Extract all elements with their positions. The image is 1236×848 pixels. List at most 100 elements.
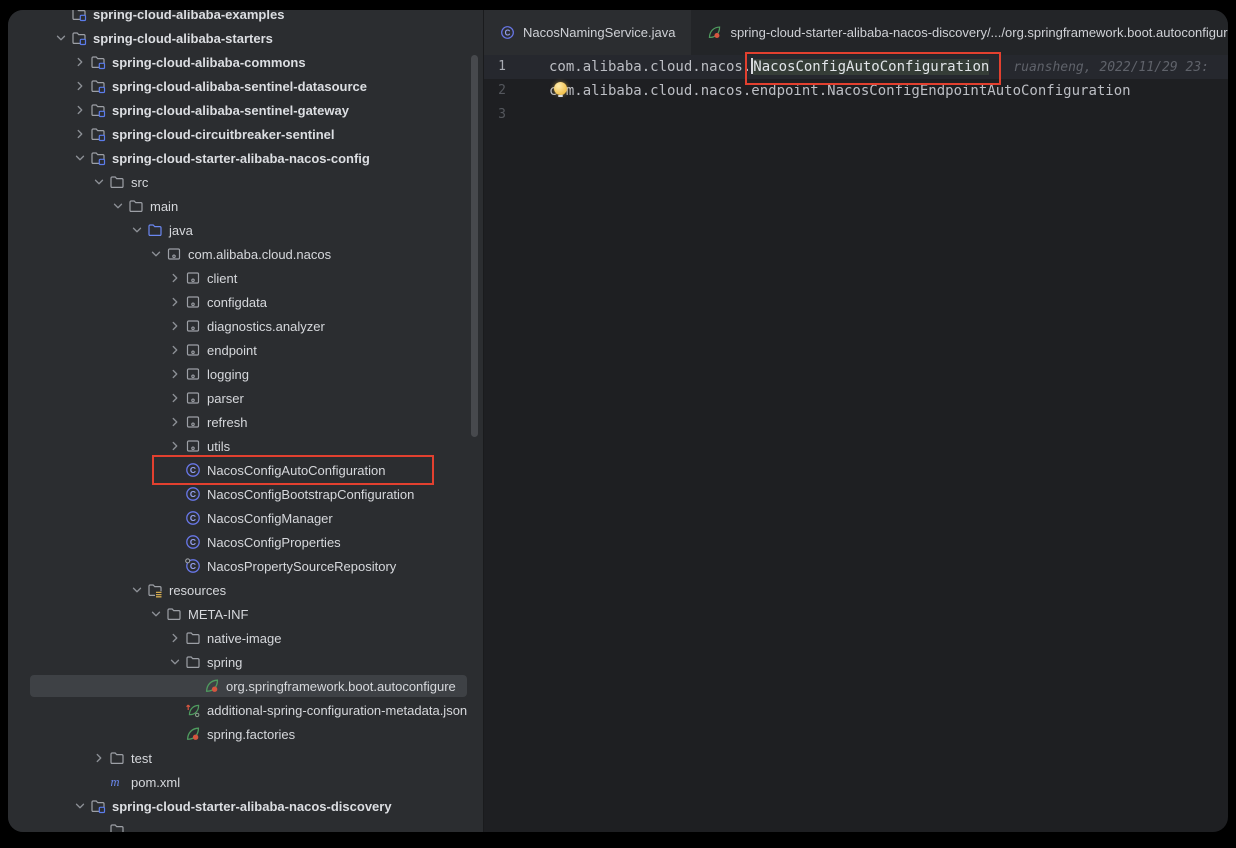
tree-row-org-springframework-boot-autoconfigure[interactable]: org.springframework.boot.autoconfigure (8, 674, 483, 698)
tree-row-pom-xml[interactable]: mpom.xml (8, 770, 483, 794)
folder-resources-icon (146, 582, 164, 598)
svg-text:m: m (111, 775, 120, 789)
tree-row-nacospropertysourcerepository[interactable]: CNacosPropertySourceRepository (8, 554, 483, 578)
tree-row-main[interactable]: main (8, 194, 483, 218)
tree-row-spring-cloud-alibaba-starters[interactable]: spring-cloud-alibaba-starters (8, 26, 483, 50)
tab-label: spring-cloud-starter-alibaba-nacos-disco… (730, 25, 1228, 40)
code-editor[interactable]: 1com.alibaba.cloud.nacos.NacosConfigAuto… (484, 55, 1228, 832)
tree-item-label: org.springframework.boot.autoconfigure (226, 679, 456, 694)
chevron-right-icon[interactable] (71, 102, 89, 118)
chevron-down-icon[interactable] (52, 30, 70, 46)
chevron-spacer (166, 486, 184, 502)
chevron-right-icon[interactable] (71, 126, 89, 142)
module-folder-icon (70, 30, 88, 46)
tree-row-spring[interactable]: spring (8, 650, 483, 674)
tree-item-label: resources (169, 583, 226, 598)
git-blame-annotation: ruansheng, 2022/11/29 23: (1013, 60, 1209, 75)
editor-tab-bar: C NacosNamingService.java spring-cloud-sta… (484, 10, 1228, 56)
code-line-2[interactable]: 2com.alibaba.cloud.nacos.endpoint.NacosC… (484, 79, 1228, 103)
tree-row-spring-cloud-circuitbreaker-sentinel[interactable]: spring-cloud-circuitbreaker-sentinel (8, 122, 483, 146)
tree-scrollbar[interactable] (471, 55, 478, 437)
tree-row-spring-cloud-alibaba-sentinel-gateway[interactable]: spring-cloud-alibaba-sentinel-gateway (8, 98, 483, 122)
tree-row-src[interactable]: src (8, 170, 483, 194)
tree-row-configdata[interactable]: configdata (8, 290, 483, 314)
chevron-right-icon[interactable] (166, 318, 184, 334)
chevron-down-icon[interactable] (90, 174, 108, 190)
module-folder-icon (89, 102, 107, 118)
chevron-down-icon[interactable] (147, 246, 165, 262)
package-icon (184, 270, 202, 286)
package-icon (165, 246, 183, 262)
spring-leaf-icon (203, 678, 221, 694)
tab-label: NacosNamingService.java (523, 25, 675, 40)
folder-icon (127, 198, 145, 214)
tree-row-native-image[interactable]: native-image (8, 626, 483, 650)
module-folder-icon (89, 126, 107, 142)
tree-row-resources[interactable]: resources (8, 578, 483, 602)
chevron-down-icon[interactable] (109, 198, 127, 214)
folder-icon (108, 750, 126, 766)
chevron-spacer (52, 10, 70, 22)
tree-item-label: main (150, 199, 178, 214)
tree-row-com-alibaba-cloud-nacos[interactable]: com.alibaba.cloud.nacos (8, 242, 483, 266)
tree-item-label: spring-cloud-alibaba-examples (93, 10, 284, 22)
tree-item-label: refresh (207, 415, 247, 430)
tree-row-spring-factories[interactable]: spring.factories (8, 722, 483, 746)
chevron-down-icon[interactable] (128, 222, 146, 238)
folder-icon (184, 630, 202, 646)
package-icon (184, 294, 202, 310)
chevron-down-icon[interactable] (128, 582, 146, 598)
chevron-right-icon[interactable] (90, 750, 108, 766)
tree-row-test[interactable]: test (8, 746, 483, 770)
editor-tab[interactable]: C NacosNamingService.java (484, 10, 691, 55)
java-class-icon: C (500, 25, 515, 40)
chevron-down-icon[interactable] (71, 798, 89, 814)
tree-row-spring-cloud-starter-alibaba-nacos-disco[interactable]: spring-cloud-starter-alibaba-nacos-disco… (8, 794, 483, 818)
package-icon (184, 366, 202, 382)
code-line-1[interactable]: 1com.alibaba.cloud.nacos.NacosConfigAuto… (484, 55, 1228, 79)
package-icon (184, 390, 202, 406)
chevron-right-icon[interactable] (166, 342, 184, 358)
tree-row-refresh[interactable]: refresh (8, 410, 483, 434)
tree-row-spring-cloud-alibaba-commons[interactable]: spring-cloud-alibaba-commons (8, 50, 483, 74)
tree-row-parser[interactable]: parser (8, 386, 483, 410)
tree-row-endpoint[interactable]: endpoint (8, 338, 483, 362)
tree-row-utils[interactable]: utils (8, 434, 483, 458)
tree-row[interactable] (8, 818, 483, 832)
tree-row-client[interactable]: client (8, 266, 483, 290)
tree-row-diagnostics-analyzer[interactable]: diagnostics.analyzer (8, 314, 483, 338)
chevron-right-icon[interactable] (166, 294, 184, 310)
tree-row-java[interactable]: java (8, 218, 483, 242)
chevron-right-icon[interactable] (71, 54, 89, 70)
tree-row-additional-spring-configuration-metadata[interactable]: additional-spring-configuration-metadata… (8, 698, 483, 722)
chevron-right-icon[interactable] (166, 414, 184, 430)
tree-row-spring-cloud-starter-alibaba-nacos-confi[interactable]: spring-cloud-starter-alibaba-nacos-confi… (8, 146, 483, 170)
tree-row-nacosconfigautoconfiguration[interactable]: CNacosConfigAutoConfiguration (8, 458, 483, 482)
tree-row-nacosconfigproperties[interactable]: CNacosConfigProperties (8, 530, 483, 554)
chevron-right-icon[interactable] (166, 438, 184, 454)
chevron-down-icon[interactable] (71, 150, 89, 166)
tree-row-spring-cloud-alibaba-examples[interactable]: spring-cloud-alibaba-examples (8, 10, 483, 26)
chevron-spacer (166, 510, 184, 526)
tree-item-label: test (131, 751, 152, 766)
tree-row-nacosconfigbootstrapconfiguration[interactable]: CNacosConfigBootstrapConfiguration (8, 482, 483, 506)
chevron-right-icon[interactable] (166, 630, 184, 646)
tree-row-meta-inf[interactable]: META-INF (8, 602, 483, 626)
tree-row-spring-cloud-alibaba-sentinel-datasource[interactable]: spring-cloud-alibaba-sentinel-datasource (8, 74, 483, 98)
tree-row-nacosconfigmanager[interactable]: CNacosConfigManager (8, 506, 483, 530)
chevron-right-icon[interactable] (166, 366, 184, 382)
chevron-down-icon[interactable] (166, 654, 184, 670)
chevron-down-icon[interactable] (147, 606, 165, 622)
tree-item-label: java (169, 223, 193, 238)
chevron-right-icon[interactable] (166, 270, 184, 286)
chevron-right-icon[interactable] (166, 390, 184, 406)
class-icon: C (184, 462, 202, 478)
class-icon: C (184, 534, 202, 550)
line-number: 2 (484, 79, 506, 103)
tree-item-label: com.alibaba.cloud.nacos (188, 247, 331, 262)
tree-row-logging[interactable]: logging (8, 362, 483, 386)
code-line-3[interactable]: 3 (484, 103, 1228, 127)
editor-tab-active[interactable]: spring-cloud-starter-alibaba-nacos-disco… (691, 10, 1228, 55)
tree-item-label: spring-cloud-alibaba-sentinel-gateway (112, 103, 349, 118)
chevron-right-icon[interactable] (71, 78, 89, 94)
